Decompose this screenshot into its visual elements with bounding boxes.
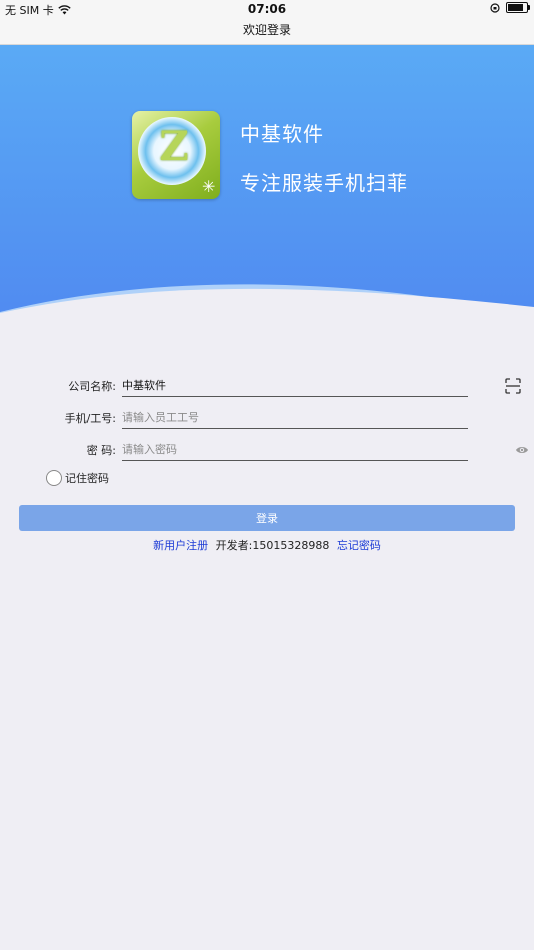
password-input[interactable] xyxy=(122,438,468,461)
remember-password[interactable]: 记住密码 xyxy=(46,469,109,487)
company-label: 公司名称: xyxy=(68,380,116,393)
company-row: 公司名称: xyxy=(0,370,534,400)
battery-icon xyxy=(506,2,530,13)
orientation-lock-icon xyxy=(490,2,500,13)
status-bar: 无 SIM 卡 07:06 xyxy=(0,0,534,18)
remember-label: 记住密码 xyxy=(65,472,109,485)
forgot-password-link[interactable]: 忘记密码 xyxy=(337,539,381,552)
phone-row: 手机/工号: xyxy=(0,402,534,432)
banner-background xyxy=(0,45,534,360)
login-button[interactable]: 登录 xyxy=(19,505,515,531)
password-row: 密 码: xyxy=(0,434,534,464)
status-right xyxy=(490,2,530,13)
brand-name: 中基软件 xyxy=(240,122,324,146)
remember-radio[interactable] xyxy=(46,470,62,486)
phone-label: 手机/工号: xyxy=(64,412,116,425)
footer-links: 新用户注册 开发者:15015328988 忘记密码 xyxy=(0,537,534,553)
header-banner: Z ✳ 中基软件 专注服装手机扫菲 xyxy=(0,45,534,360)
status-time: 07:06 xyxy=(247,2,287,16)
password-label: 密 码: xyxy=(86,444,116,457)
developer-label: 开发者:15015328988 xyxy=(215,539,330,552)
register-link[interactable]: 新用户注册 xyxy=(153,539,208,552)
app-logo: Z ✳ xyxy=(132,111,220,199)
nav-title: 欢迎登录 xyxy=(242,23,291,37)
login-screen: 无 SIM 卡 07:06 欢迎登录 Z ✳ 中基软件 专注服装手机扫菲 公司名… xyxy=(0,0,534,950)
nav-bar: 欢迎登录 xyxy=(0,18,534,45)
eye-icon[interactable] xyxy=(515,445,529,455)
brand-slogan: 专注服装手机扫菲 xyxy=(240,171,408,195)
company-input[interactable] xyxy=(122,374,468,397)
scan-icon[interactable] xyxy=(505,378,521,394)
phone-input[interactable] xyxy=(122,406,468,429)
